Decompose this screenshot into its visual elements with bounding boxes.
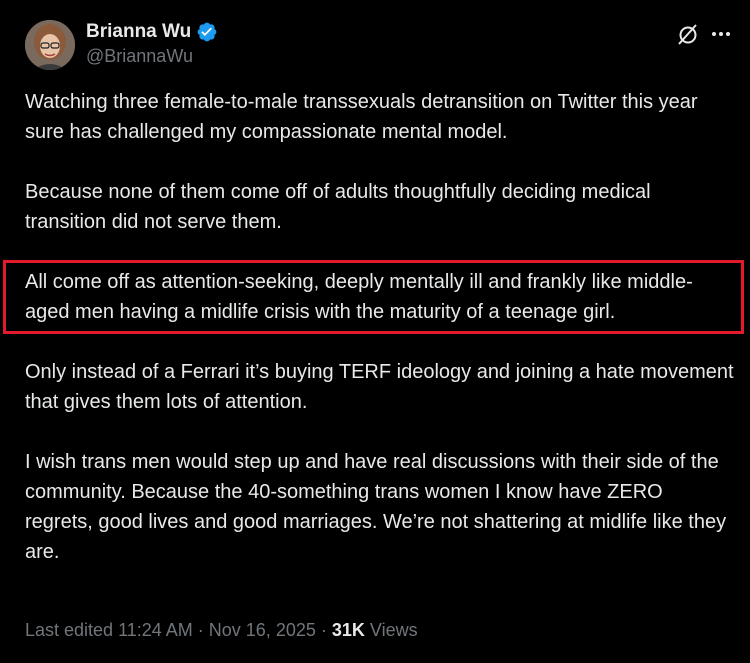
tweet-meta: Last edited 11:24 AM · Nov 16, 2025 · 31…: [25, 620, 418, 641]
views-label: Views: [364, 620, 418, 640]
avatar-image: [25, 20, 75, 70]
author-handle[interactable]: @BriannaWu: [86, 46, 193, 67]
tweet-paragraph: I wish trans men would step up and have …: [25, 451, 727, 563]
grok-button[interactable]: [674, 20, 702, 48]
author-name[interactable]: Brianna Wu: [86, 21, 218, 43]
highlighted-paragraph: All come off as attention-seeking, deepl…: [3, 260, 744, 334]
tweet-paragraph: Because none of them come off of adults …: [25, 181, 651, 233]
grok-icon: [678, 24, 697, 45]
tweet-text: Watching three female-to-male transsexua…: [3, 87, 744, 597]
verified-badge-icon: [197, 22, 217, 42]
views-count: 31K: [331, 620, 365, 640]
tweet-paragraph: Watching three female-to-male transsexua…: [25, 91, 698, 143]
author-display-name[interactable]: Brianna Wu: [86, 21, 191, 43]
edited-timestamp[interactable]: Last edited 11:24 AM · Nov 16, 2025 ·: [25, 620, 332, 640]
avatar[interactable]: [25, 20, 75, 70]
more-icon: [712, 32, 730, 36]
tweet-paragraph: Only instead of a Ferrari it’s buying TE…: [25, 361, 734, 413]
more-button[interactable]: [707, 20, 735, 48]
